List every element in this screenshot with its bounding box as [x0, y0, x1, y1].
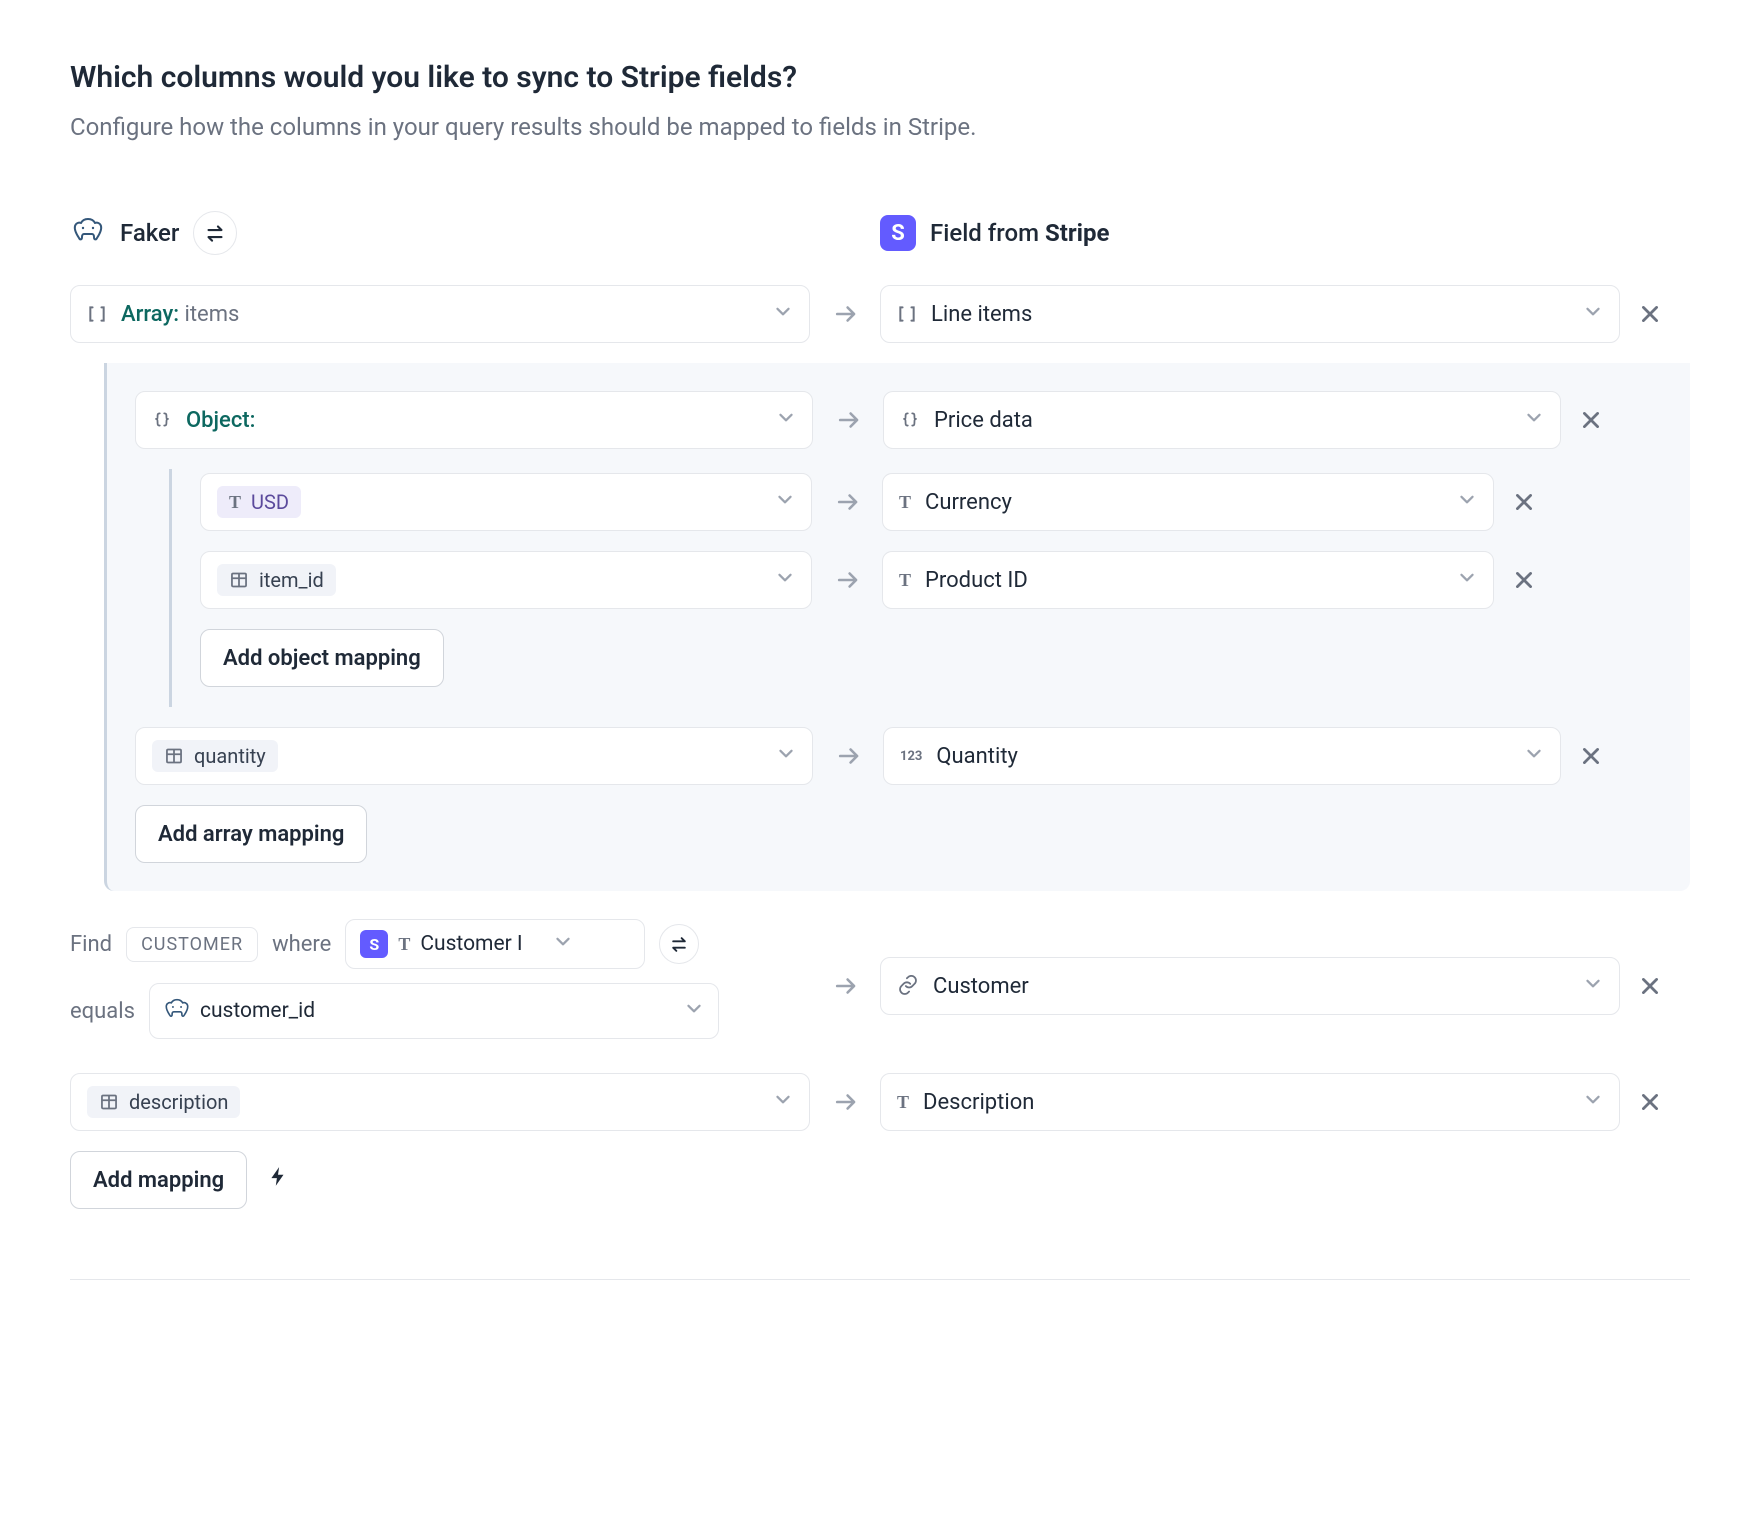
braces-icon	[900, 410, 920, 430]
object-source-select[interactable]: Object:	[135, 391, 813, 449]
arrow-right-icon	[813, 407, 883, 433]
chevron-down-icon	[773, 1089, 793, 1115]
chevron-down-icon	[1583, 301, 1603, 327]
swap-source-button[interactable]	[193, 211, 237, 255]
swap-customer-button[interactable]	[659, 924, 699, 964]
stripe-icon: S	[360, 930, 388, 958]
arrow-right-icon	[810, 301, 880, 327]
array-dest-select[interactable]: Line items	[880, 285, 1620, 343]
field-dest-select[interactable]: T Description	[880, 1073, 1620, 1131]
field-dest-select[interactable]: T Product ID	[882, 551, 1494, 609]
postgres-icon	[164, 998, 190, 1024]
arrow-right-icon	[812, 567, 882, 593]
chevron-down-icon	[1583, 1089, 1603, 1115]
chevron-down-icon	[684, 998, 704, 1024]
brackets-icon	[87, 304, 107, 324]
arrow-right-icon	[810, 973, 880, 999]
customer-where-select[interactable]: S T Customer I	[345, 919, 645, 969]
remove-mapping-button[interactable]	[1494, 569, 1554, 591]
chevron-down-icon	[776, 407, 796, 433]
object-nested-container: TUSD T Currency item_id T Product ID	[169, 469, 1690, 707]
chevron-down-icon	[775, 567, 795, 593]
field-dest-select[interactable]: 123 Quantity	[883, 727, 1561, 785]
remove-mapping-button[interactable]	[1561, 409, 1621, 431]
source-name: Faker	[120, 219, 179, 247]
chevron-down-icon	[773, 301, 793, 327]
table-icon	[99, 1092, 119, 1112]
chevron-down-icon	[1524, 743, 1544, 769]
chevron-down-icon	[775, 489, 795, 515]
field-source-select[interactable]: item_id	[200, 551, 812, 609]
field-source-select[interactable]: TUSD	[200, 473, 812, 531]
customer-tag: CUSTOMER	[126, 927, 258, 962]
postgres-icon	[70, 215, 106, 251]
remove-mapping-button[interactable]	[1561, 745, 1621, 767]
where-label: where	[272, 932, 331, 957]
chevron-down-icon	[1524, 407, 1544, 433]
remove-mapping-button[interactable]	[1620, 303, 1680, 325]
arrow-right-icon	[813, 743, 883, 769]
object-dest-select[interactable]: Price data	[883, 391, 1561, 449]
bolt-icon[interactable]	[267, 1166, 289, 1194]
source-column-header: Faker	[70, 211, 810, 255]
remove-mapping-button[interactable]	[1494, 491, 1554, 513]
remove-mapping-button[interactable]	[1620, 975, 1680, 997]
chevron-down-icon	[776, 743, 796, 769]
dest-name: Field from Stripe	[930, 219, 1109, 247]
chevron-down-icon	[1457, 489, 1477, 515]
equals-label: equals	[70, 999, 135, 1024]
chevron-down-icon	[1583, 973, 1603, 999]
customer-dest-select[interactable]: Customer	[880, 957, 1620, 1015]
chevron-down-icon	[1457, 567, 1477, 593]
arrow-right-icon	[812, 489, 882, 515]
field-dest-select[interactable]: T Currency	[882, 473, 1494, 531]
find-label: Find	[70, 932, 112, 957]
add-array-mapping-button[interactable]: Add array mapping	[135, 805, 367, 863]
brackets-icon	[897, 304, 917, 324]
link-icon	[897, 975, 919, 997]
add-mapping-button[interactable]: Add mapping	[70, 1151, 247, 1209]
divider	[70, 1279, 1690, 1280]
field-source-select[interactable]: quantity	[135, 727, 813, 785]
table-icon	[164, 746, 184, 766]
customer-equals-select[interactable]: customer_id	[149, 983, 719, 1039]
braces-icon	[152, 410, 172, 430]
add-object-mapping-button[interactable]: Add object mapping	[200, 629, 444, 687]
dest-column-header: S Field from Stripe	[880, 215, 1109, 251]
field-source-select[interactable]: description	[70, 1073, 810, 1131]
remove-mapping-button[interactable]	[1620, 1091, 1680, 1113]
arrow-right-icon	[810, 1089, 880, 1115]
stripe-icon: S	[880, 215, 916, 251]
array-nested-container: Object: Price data TUSD T Currency	[104, 363, 1690, 891]
table-icon	[229, 570, 249, 590]
array-source-select[interactable]: Array: items	[70, 285, 810, 343]
chevron-down-icon	[553, 931, 573, 957]
page-title: Which columns would you like to sync to …	[70, 60, 1690, 95]
page-subtitle: Configure how the columns in your query …	[70, 113, 1690, 141]
